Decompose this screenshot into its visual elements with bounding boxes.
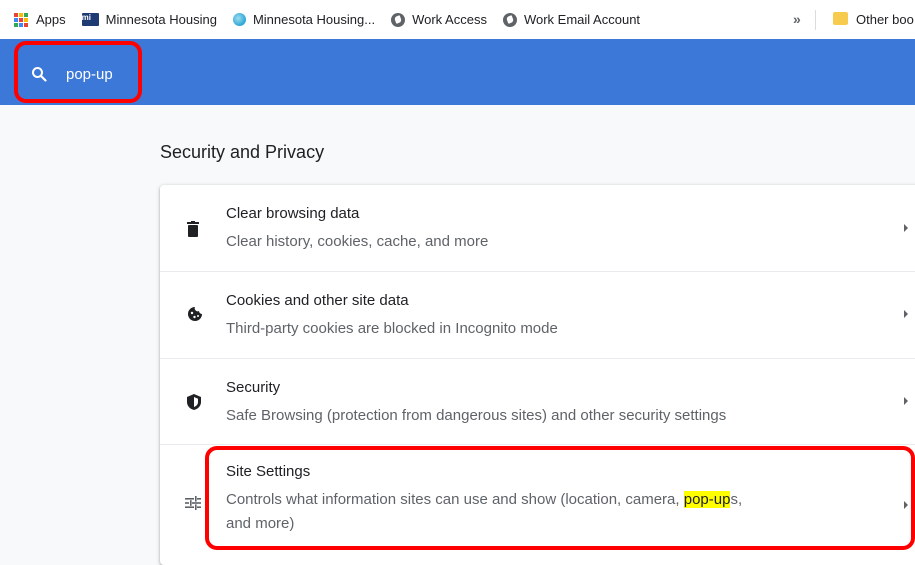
bookmark-minnesota-housing-2[interactable]: Minnesota Housing...: [232, 0, 376, 39]
arrow-right-icon: [904, 224, 908, 232]
minnesota-housing-drop-icon: [232, 13, 246, 26]
arrow-right-icon: [904, 310, 908, 318]
cookies-row[interactable]: Cookies and other site data Third-party …: [160, 271, 915, 358]
bookmarks-bar: Apps mi Minnesota Housing Minnesota Hous…: [0, 0, 915, 39]
row-title: Security: [226, 379, 281, 396]
bookmark-work-access-label: Work Access: [412, 12, 487, 27]
row-description: Clear history, cookies, cache, and more: [226, 233, 489, 250]
bookmarks-divider: [815, 10, 816, 30]
annotation-highlight-box: [205, 446, 915, 550]
shield-icon: [187, 394, 201, 410]
section-title: Security and Privacy: [160, 142, 325, 162]
bookmark-apps-label: Apps: [36, 12, 66, 27]
bookmark-work-access[interactable]: Work Access: [391, 0, 487, 39]
more-bookmarks-chevron-icon[interactable]: »: [793, 11, 801, 27]
cookie-icon: [188, 307, 202, 321]
globe-icon: [391, 12, 406, 27]
minnesota-housing-logo-icon: mi: [81, 13, 99, 26]
folder-icon[interactable]: [833, 12, 848, 25]
row-title: Clear browsing data: [226, 205, 360, 222]
bookmark-work-email[interactable]: Work Email Account: [502, 0, 641, 39]
bookmark-mh1-label: Minnesota Housing: [105, 12, 217, 27]
row-title: Cookies and other site data: [226, 292, 409, 309]
clear-browsing-data-row[interactable]: Clear browsing data Clear history, cooki…: [160, 185, 915, 271]
bookmark-minnesota-housing[interactable]: mi Minnesota Housing: [81, 0, 217, 39]
row-description: Safe Browsing (protection from dangerous…: [226, 407, 727, 424]
bookmark-mh2-label: Minnesota Housing...: [252, 12, 376, 27]
row-description: Third-party cookies are blocked in Incog…: [226, 320, 558, 337]
security-row[interactable]: Security Safe Browsing (protection from …: [160, 358, 915, 444]
tune-settings-icon: [185, 496, 201, 510]
apps-grid-icon: [14, 12, 28, 27]
bookmark-work-email-label: Work Email Account: [523, 12, 641, 27]
arrow-right-icon: [904, 397, 908, 405]
globe-icon: [502, 12, 517, 27]
other-bookmarks[interactable]: Other boo: [856, 12, 914, 27]
bookmark-apps[interactable]: Apps: [0, 0, 66, 39]
trash-icon: [187, 221, 199, 237]
annotation-highlight-box: [14, 41, 142, 103]
